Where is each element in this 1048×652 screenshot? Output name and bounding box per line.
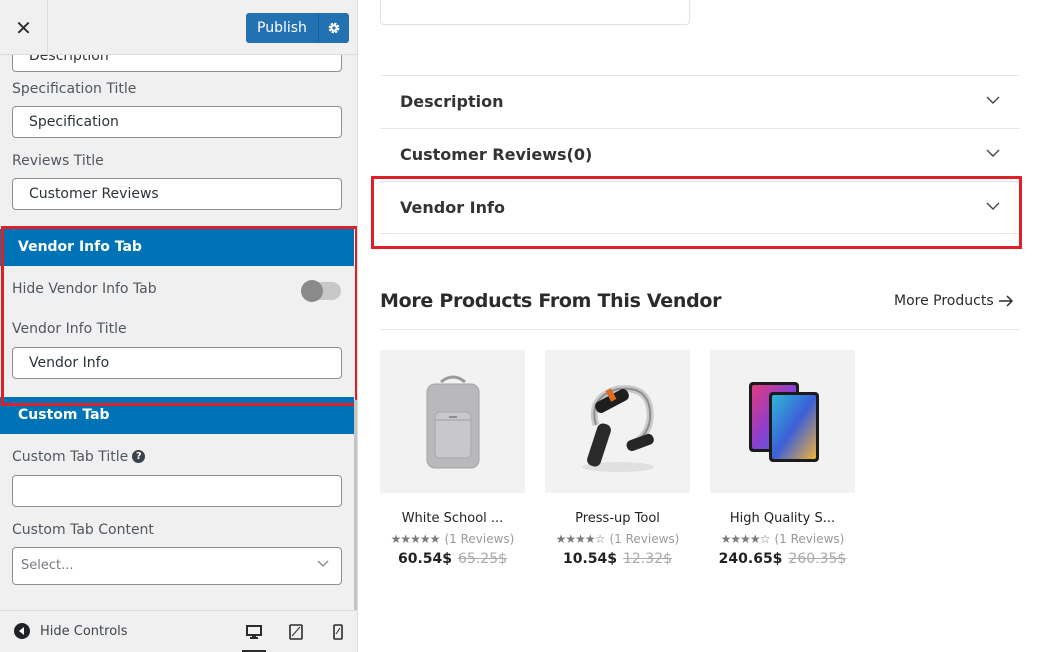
- publish-settings-button[interactable]: [317, 13, 349, 43]
- product-name[interactable]: White School ...: [380, 511, 525, 526]
- close-icon: ✕: [15, 15, 32, 40]
- accordion-title: Description: [400, 92, 504, 111]
- custom-tab-title-text: Custom Tab Title: [12, 449, 129, 465]
- current-price: 240.65$: [718, 551, 783, 567]
- more-products-label: More Products: [894, 293, 994, 309]
- chevron-down-icon: [986, 96, 1000, 104]
- customizer-footer: Hide Controls: [0, 610, 357, 652]
- custom-tab-content-label: Custom Tab Content: [12, 522, 154, 538]
- product-card[interactable]: Press-up Tool ★★★★☆ (1 Reviews) 10.54$ 12…: [545, 350, 690, 567]
- chevron-down-icon: [317, 560, 329, 568]
- reviews-title-label: Reviews Title: [12, 153, 104, 169]
- product-card[interactable]: High Quality S... ★★★★☆ (1 Reviews) 240.…: [710, 350, 855, 567]
- reviews-title-field[interactable]: Customer Reviews: [12, 178, 342, 210]
- backpack-image: [426, 375, 479, 468]
- tablet-icon: [289, 624, 303, 640]
- chevron-down-icon: [986, 149, 1000, 157]
- current-price: 60.54$: [397, 551, 453, 567]
- desktop-preview-button[interactable]: [242, 621, 266, 652]
- customizer-header: ✕ Publish: [0, 0, 357, 55]
- customizer-panel: Description Specification Title Specific…: [0, 0, 357, 652]
- site-preview: Description Customer Reviews(0) Vendor I…: [358, 0, 1048, 652]
- current-price: 10.54$: [562, 551, 618, 567]
- star-rating-icon: ★★★★☆: [720, 532, 771, 546]
- specification-title-label: Specification Title: [12, 81, 137, 97]
- product-rating: ★★★★☆ (1 Reviews): [710, 532, 855, 546]
- product-price: 60.54$ 65.25$: [380, 551, 525, 567]
- preview-input-box[interactable]: [380, 0, 690, 25]
- mobile-icon: [333, 624, 343, 640]
- customizer-sidebar: Description Specification Title Specific…: [0, 0, 358, 652]
- hide-controls-label: Hide Controls: [40, 623, 128, 639]
- custom-tab-title-label: Custom Tab Title?: [12, 449, 146, 465]
- help-icon[interactable]: ?: [132, 450, 146, 463]
- star-rating-icon: ★★★★★: [390, 532, 441, 546]
- product-name[interactable]: High Quality S...: [710, 511, 855, 526]
- review-count: (1 Reviews): [609, 532, 680, 546]
- mobile-preview-button[interactable]: [326, 621, 350, 643]
- more-products-link[interactable]: More Products: [894, 293, 1014, 309]
- product-image[interactable]: [545, 350, 690, 493]
- product-name[interactable]: Press-up Tool: [545, 511, 690, 526]
- product-price: 10.54$ 12.32$: [545, 551, 690, 567]
- custom-tab-title-field[interactable]: [12, 475, 342, 507]
- accordion-title: Customer Reviews(0): [400, 145, 593, 164]
- select-value: Select...: [21, 558, 74, 573]
- divider: [380, 329, 1020, 330]
- specification-title-field[interactable]: Specification: [12, 106, 342, 138]
- old-price: 65.25$: [458, 551, 508, 567]
- highlight-box-sidebar: [1, 226, 357, 406]
- hide-controls-button[interactable]: Hide Controls: [14, 623, 128, 639]
- product-image[interactable]: [710, 350, 855, 493]
- arrow-right-icon: [998, 295, 1013, 307]
- accordion-customer-reviews[interactable]: Customer Reviews(0): [380, 128, 1020, 181]
- publish-group: Publish: [246, 13, 349, 43]
- custom-tab-content-select[interactable]: Select...: [12, 547, 342, 585]
- product-card[interactable]: White School ... ★★★★★ (1 Reviews) 60.54…: [380, 350, 525, 567]
- product-rating: ★★★★☆ (1 Reviews): [545, 532, 690, 546]
- product-image[interactable]: [380, 350, 525, 493]
- product-price: 240.65$ 260.35$: [710, 551, 855, 567]
- pushup-tool-image: [581, 384, 654, 472]
- highlight-box-preview: [371, 176, 1022, 249]
- old-price: 260.35$: [788, 551, 847, 567]
- publish-button[interactable]: Publish: [246, 13, 318, 43]
- more-products-heading: More Products From This Vendor: [380, 290, 722, 312]
- gear-icon: [328, 22, 340, 34]
- desktop-icon: [246, 625, 262, 639]
- accordion-description[interactable]: Description: [380, 75, 1020, 128]
- review-count: (1 Reviews): [774, 532, 845, 546]
- close-button[interactable]: ✕: [0, 0, 48, 55]
- review-count: (1 Reviews): [444, 532, 515, 546]
- star-rating-icon: ★★★★☆: [555, 532, 606, 546]
- tablet-image: [748, 381, 819, 462]
- collapse-arrow-icon: [14, 623, 30, 639]
- old-price: 12.32$: [623, 551, 673, 567]
- product-rating: ★★★★★ (1 Reviews): [380, 532, 525, 546]
- tablet-preview-button[interactable]: [284, 621, 308, 643]
